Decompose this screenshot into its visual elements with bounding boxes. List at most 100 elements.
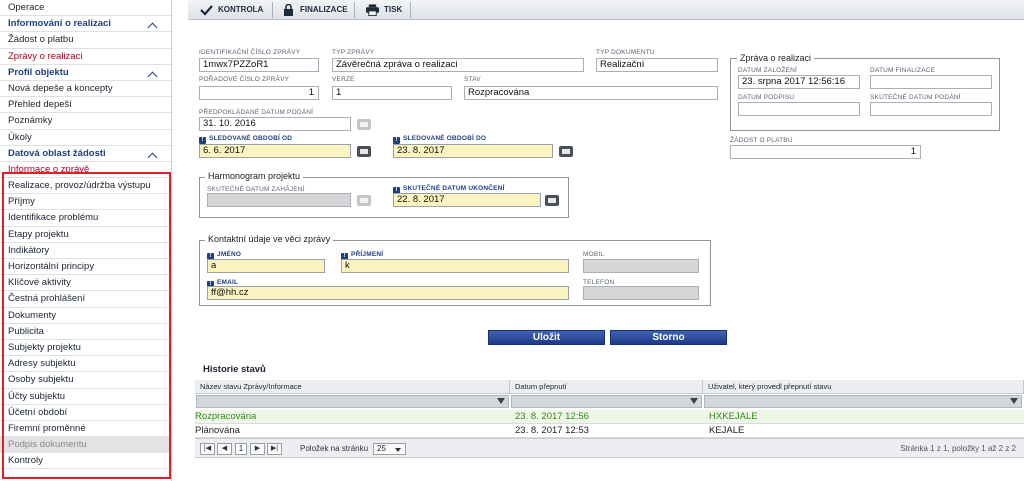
sidebar-item[interactable]: Subjekty projektu: [0, 340, 171, 357]
last-page-button[interactable]: ▶|: [267, 443, 282, 455]
sidebar-item[interactable]: Informace o zprávě: [0, 162, 171, 179]
column-header-date[interactable]: Datum přepnutí: [510, 380, 703, 394]
sidebar-item[interactable]: Firemní proměnné: [0, 421, 171, 438]
filter-state[interactable]: [196, 395, 509, 408]
filter-date[interactable]: [511, 395, 702, 408]
report-id-label: IDENTIFIKAČNÍ ČÍSLO ZPRÁVY: [199, 49, 301, 56]
chevron-up-icon[interactable]: [148, 151, 157, 160]
finalizace-button[interactable]: FINALIZACE: [274, 0, 364, 20]
sidebar-item[interactable]: Operace: [0, 0, 171, 17]
signature-date-field[interactable]: [738, 102, 860, 116]
first-page-button[interactable]: |◀: [200, 443, 215, 455]
sidebar-item-label: Identifikace problému: [8, 212, 99, 224]
report-realization-legend: Zpráva o realizaci: [737, 53, 815, 63]
chevron-up-icon[interactable]: [148, 21, 157, 30]
chevron-up-icon[interactable]: [148, 70, 157, 79]
sidebar-item[interactable]: Žádost o platbu: [0, 32, 171, 49]
table-row[interactable]: Plánována 23. 8. 2017 12:53 KEJALE: [195, 424, 1024, 438]
table-cell: HXKEJALE: [709, 411, 758, 422]
email-field[interactable]: ff@hh.cz: [207, 286, 569, 300]
period-from-field[interactable]: 6. 6. 2017: [199, 144, 351, 158]
sidebar-item[interactable]: Kontroly: [0, 453, 171, 470]
column-header-state[interactable]: Název stavu Zprávy/Informace: [195, 380, 510, 394]
finalizace-label: FINALIZACE: [300, 5, 348, 14]
calendar-icon[interactable]: [559, 146, 573, 157]
sidebar-item[interactable]: Identifikace problému: [0, 210, 171, 227]
sidebar-item-label: Informování o realizaci: [8, 18, 111, 30]
last-name-field[interactable]: k: [341, 259, 569, 273]
first-name-label-text: JMÉNO: [217, 251, 242, 258]
created-date-field[interactable]: 23. srpna 2017 12:56:16: [738, 75, 860, 89]
tisk-button[interactable]: TISK: [358, 0, 414, 20]
sidebar-item[interactable]: Poznámky: [0, 113, 171, 130]
sidebar-item-label: Zprávy o realizaci: [8, 50, 83, 62]
sidebar-item[interactable]: Realizace, provoz/údržba výstupu: [0, 178, 171, 195]
sidebar-item[interactable]: Zprávy o realizaci: [0, 49, 171, 65]
filter-user[interactable]: [704, 395, 1022, 408]
required-icon: !: [393, 137, 400, 144]
filter-icon[interactable]: [1010, 398, 1018, 404]
next-page-button[interactable]: ▶: [250, 443, 265, 455]
calendar-icon[interactable]: [357, 119, 371, 130]
sidebar-item-label: Indikátory: [8, 244, 50, 256]
filter-icon[interactable]: [497, 398, 505, 404]
sidebar-section[interactable]: Datová oblast žádosti: [0, 146, 171, 162]
document-type-field[interactable]: Realizační: [596, 58, 718, 72]
calendar-icon[interactable]: [545, 195, 559, 206]
expected-date-field[interactable]: 31. 10. 2016: [199, 117, 351, 131]
per-page-select[interactable]: 25: [373, 443, 406, 455]
sidebar: Operace Informování o realizaci Žádost o p…: [0, 0, 172, 481]
sidebar-section[interactable]: Profil objektu: [0, 65, 171, 81]
sidebar-item[interactable]: Horizontální principy: [0, 259, 171, 276]
sidebar-item[interactable]: Publicita: [0, 324, 171, 340]
sidebar-item[interactable]: Účty subjektu: [0, 389, 171, 405]
sidebar-item[interactable]: Účetní období: [0, 405, 171, 421]
filter-icon[interactable]: [690, 398, 698, 404]
table-cell: 23. 8. 2017 12:56: [515, 411, 589, 422]
sidebar-item[interactable]: Čestná prohlášení: [0, 291, 171, 308]
calendar-icon[interactable]: [357, 146, 371, 157]
status-field[interactable]: Rozpracována: [464, 86, 718, 100]
finalization-date-field[interactable]: [870, 75, 992, 89]
required-icon: !: [199, 137, 206, 144]
kontrola-button[interactable]: KONTROLA: [192, 0, 270, 20]
column-header-user[interactable]: Uživatel, který provedl přepnutí stavu: [703, 380, 1024, 394]
sidebar-item-label: Poznámky: [8, 115, 53, 127]
actual-submission-date-field[interactable]: [870, 102, 992, 116]
sidebar-item[interactable]: Klíčové aktivity: [0, 275, 171, 292]
sidebar-item[interactable]: Nová depeše a koncepty: [0, 81, 171, 98]
sidebar-item[interactable]: Etapy projektu: [0, 227, 171, 243]
first-name-field[interactable]: a: [207, 259, 325, 273]
period-to-field[interactable]: 23. 8. 2017: [393, 144, 553, 158]
sidebar-item-label: Profil objektu: [8, 66, 69, 78]
history-title: Historie stavů: [203, 364, 266, 375]
payment-request-field[interactable]: 1: [730, 145, 921, 159]
version-field[interactable]: 1: [332, 86, 452, 100]
sidebar-item-label: Adresy subjektu: [8, 358, 76, 370]
actual-end-field[interactable]: 22. 8. 2017: [393, 193, 541, 207]
order-number-field[interactable]: 1: [199, 86, 319, 100]
mobile-field[interactable]: [583, 259, 699, 273]
save-button[interactable]: Uložit: [488, 330, 605, 345]
cancel-button[interactable]: Storno: [610, 330, 727, 345]
sidebar-section[interactable]: Informování o realizaci: [0, 16, 171, 33]
report-id-field[interactable]: 1mwx7PZZoR1: [199, 58, 319, 72]
sidebar-item[interactable]: Přehled depeší: [0, 97, 171, 114]
page-number-input[interactable]: 1: [235, 443, 247, 455]
phone-field[interactable]: [583, 286, 699, 300]
prev-page-button[interactable]: ◀: [217, 443, 232, 455]
table-row[interactable]: Rozpracována 23. 8. 2017 12:56 HXKEJALE: [195, 410, 1024, 424]
sidebar-list: Operace Informování o realizaci Žádost o p…: [0, 0, 171, 470]
calendar-icon[interactable]: [357, 195, 371, 206]
sidebar-item[interactable]: Příjmy: [0, 194, 171, 211]
report-type-label: TYP ZPRÁVY: [332, 49, 375, 56]
sidebar-item[interactable]: Osoby subjektu: [0, 372, 171, 389]
table-cell: Plánována: [195, 425, 240, 436]
signature-date-label: DATUM PODPISU: [738, 94, 795, 101]
email-label-text: EMAIL: [217, 279, 239, 286]
report-type-field[interactable]: Závěrečná zpráva o realizaci: [332, 58, 584, 72]
sidebar-item[interactable]: Dokumenty: [0, 308, 171, 324]
sidebar-item[interactable]: Úkoly: [0, 130, 171, 146]
sidebar-item[interactable]: Adresy subjektu: [0, 356, 171, 373]
sidebar-item[interactable]: Indikátory: [0, 243, 171, 259]
